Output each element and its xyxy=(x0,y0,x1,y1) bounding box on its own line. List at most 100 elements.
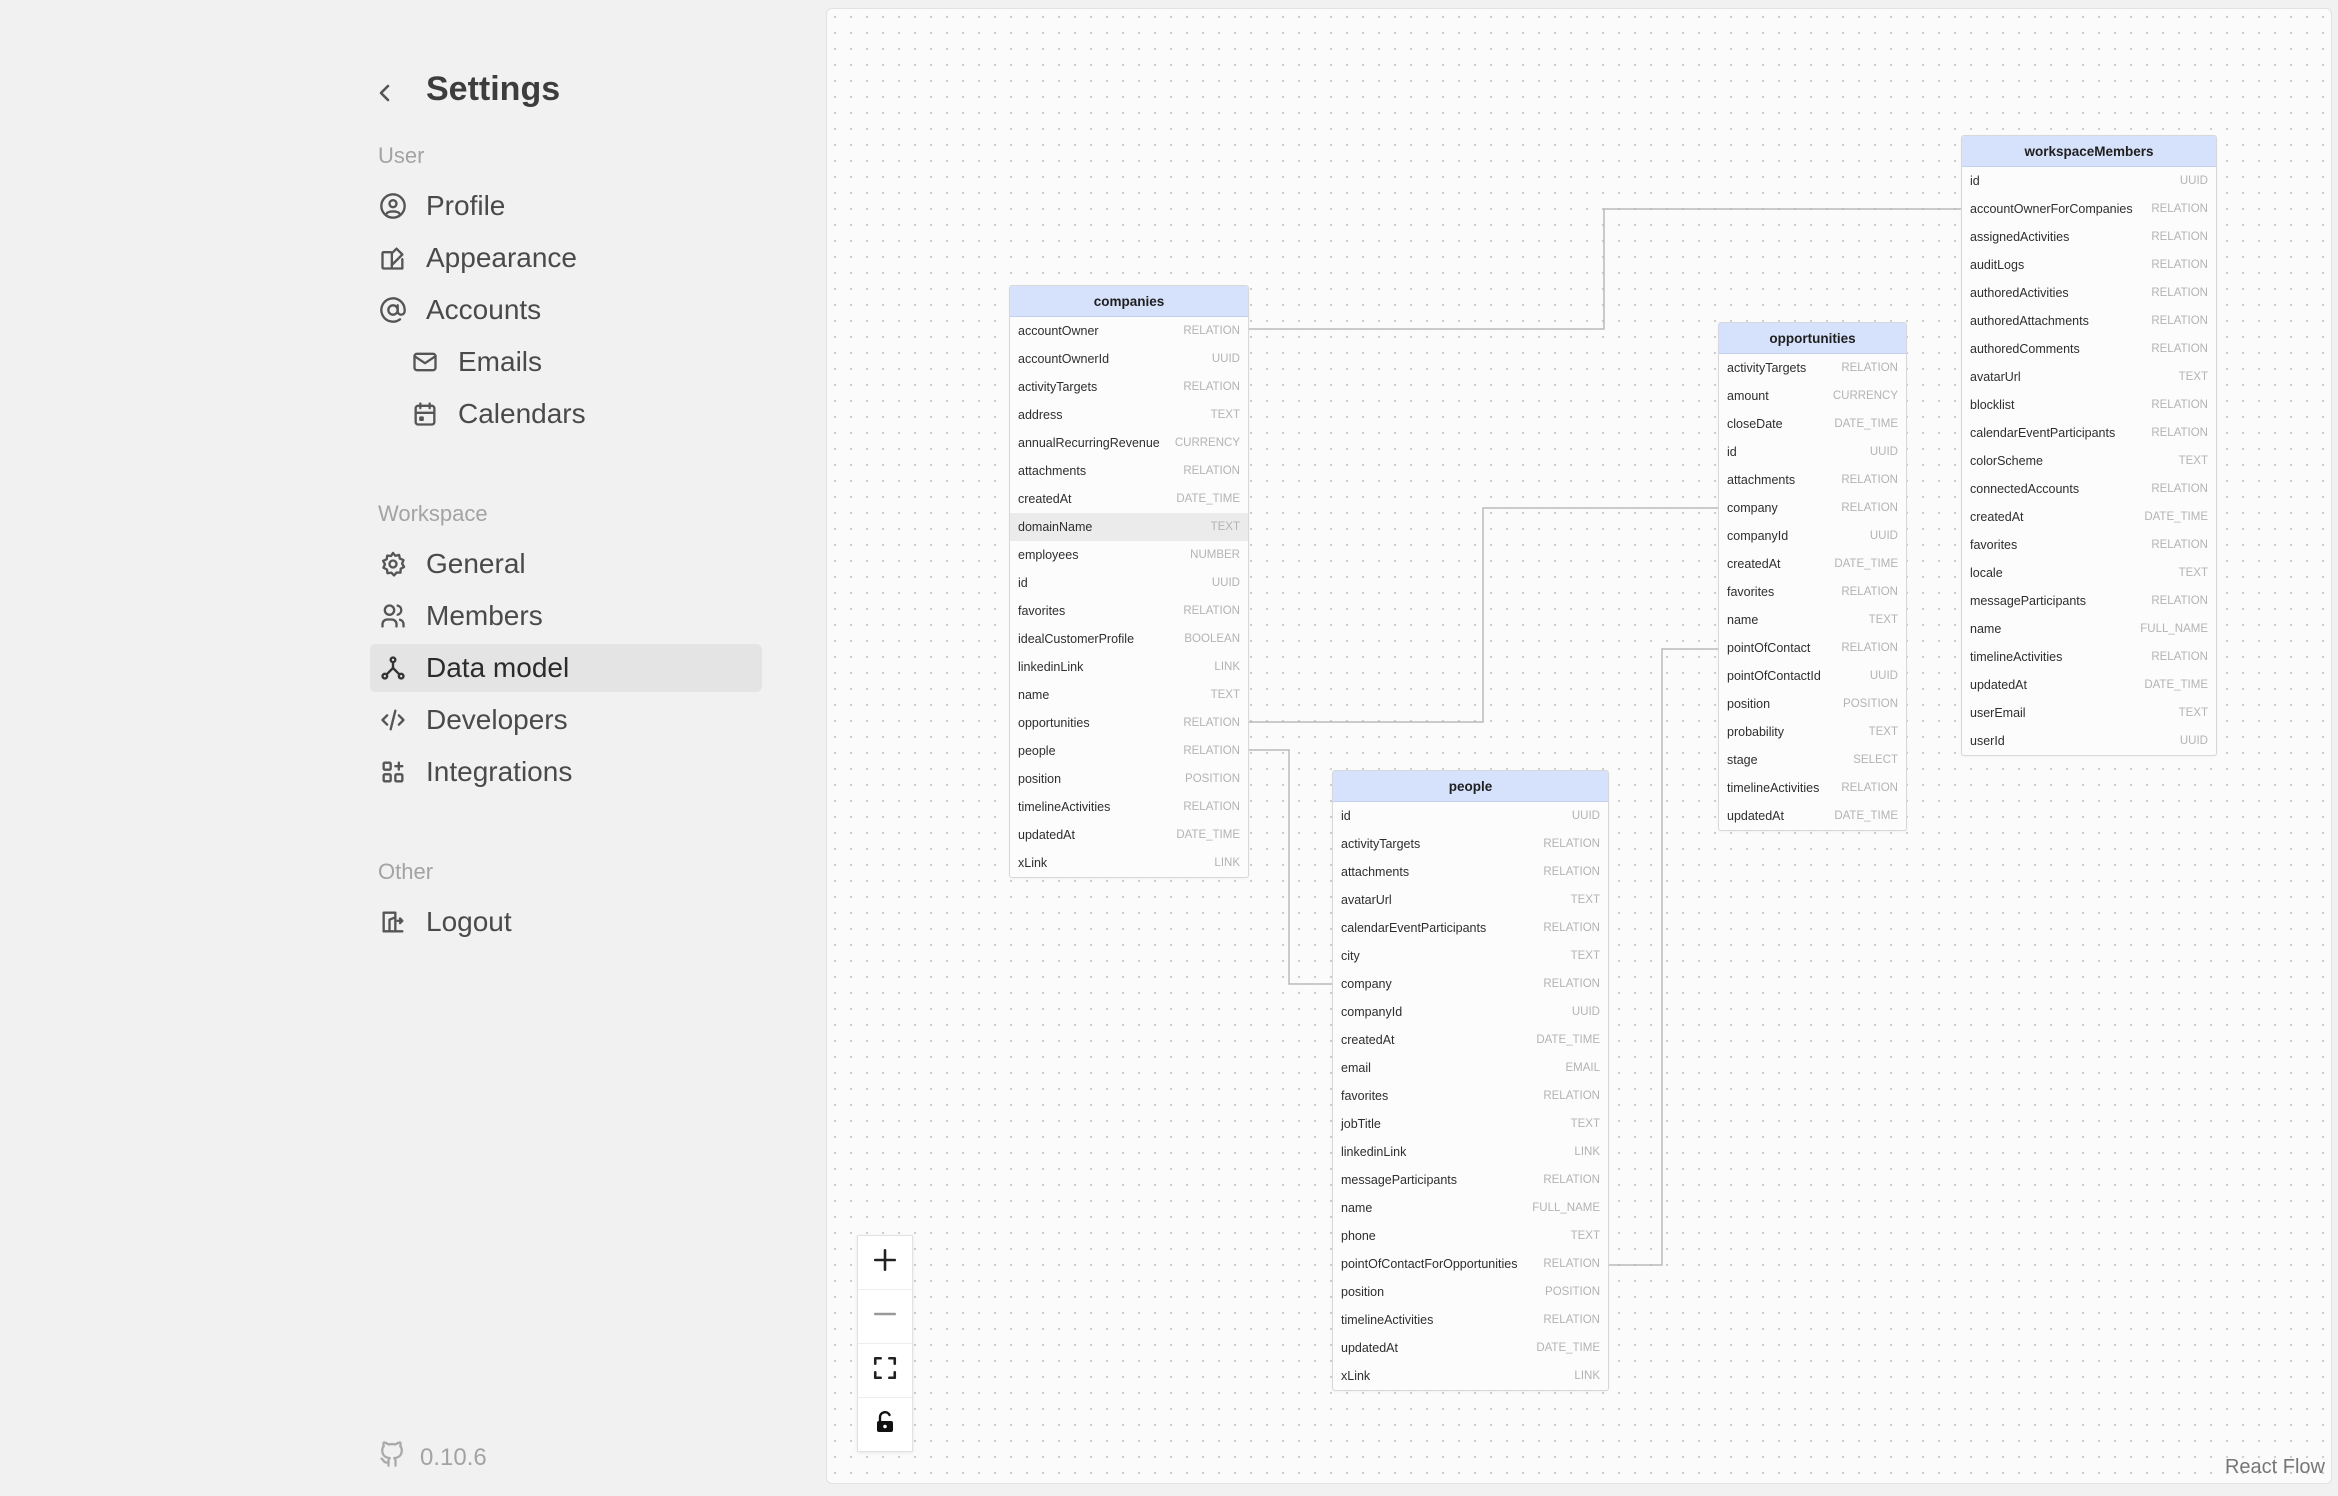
field-row-createdAt[interactable]: createdAt DATE_TIME xyxy=(1333,1026,1608,1054)
field-row-timelineActivities[interactable]: timelineActivities RELATION xyxy=(1333,1306,1608,1334)
field-row-avatarUrl[interactable]: avatarUrl TEXT xyxy=(1333,886,1608,914)
field-row-favorites[interactable]: favorites RELATION xyxy=(1962,531,2216,559)
sidebar-item-developers[interactable]: Developers xyxy=(370,696,762,744)
field-row-pointOfContactId[interactable]: pointOfContactId UUID xyxy=(1719,662,1906,690)
field-row-updatedAt[interactable]: updatedAt DATE_TIME xyxy=(1333,1334,1608,1362)
field-row-updatedAt[interactable]: updatedAt DATE_TIME xyxy=(1010,821,1248,849)
field-row-position[interactable]: position POSITION xyxy=(1333,1278,1608,1306)
fit-view-button[interactable] xyxy=(858,1344,912,1398)
data-model-canvas[interactable]: companies accountOwner RELATION accountOwn… xyxy=(826,8,2332,1484)
sidebar-item-emails[interactable]: Emails xyxy=(370,338,762,386)
field-row-id[interactable]: id UUID xyxy=(1962,167,2216,195)
field-row-position[interactable]: position POSITION xyxy=(1010,765,1248,793)
field-row-xLink[interactable]: xLink LINK xyxy=(1010,849,1248,877)
field-row-assignedActivities[interactable]: assignedActivities RELATION xyxy=(1962,223,2216,251)
field-row-opportunities[interactable]: opportunities RELATION xyxy=(1010,709,1248,737)
field-row-linkedinLink[interactable]: linkedinLink LINK xyxy=(1333,1138,1608,1166)
zoom-in-button[interactable] xyxy=(858,1236,912,1290)
sidebar-item-data-model[interactable]: Data model xyxy=(370,644,762,692)
sidebar-item-calendars[interactable]: Calendars xyxy=(370,390,762,438)
field-row-amount[interactable]: amount CURRENCY xyxy=(1719,382,1906,410)
field-row-createdAt[interactable]: createdAt DATE_TIME xyxy=(1962,503,2216,531)
lock-button[interactable] xyxy=(858,1398,912,1451)
field-row-closeDate[interactable]: closeDate DATE_TIME xyxy=(1719,410,1906,438)
field-row-name[interactable]: name TEXT xyxy=(1010,681,1248,709)
field-row-favorites[interactable]: favorites RELATION xyxy=(1333,1082,1608,1110)
field-row-jobTitle[interactable]: jobTitle TEXT xyxy=(1333,1110,1608,1138)
field-row-domainName[interactable]: domainName TEXT xyxy=(1010,513,1248,541)
field-row-company[interactable]: company RELATION xyxy=(1719,494,1906,522)
field-row-userEmail[interactable]: userEmail TEXT xyxy=(1962,699,2216,727)
field-row-id[interactable]: id UUID xyxy=(1719,438,1906,466)
field-row-company[interactable]: company RELATION xyxy=(1333,970,1608,998)
field-row-timelineActivities[interactable]: timelineActivities RELATION xyxy=(1010,793,1248,821)
field-row-attachments[interactable]: attachments RELATION xyxy=(1010,457,1248,485)
field-row-pointOfContactForOpportunities[interactable]: pointOfContactForOpportunities RELATION xyxy=(1333,1250,1608,1278)
field-row-linkedinLink[interactable]: linkedinLink LINK xyxy=(1010,653,1248,681)
field-row-attachments[interactable]: attachments RELATION xyxy=(1333,858,1608,886)
field-row-id[interactable]: id UUID xyxy=(1010,569,1248,597)
field-row-authoredAttachments[interactable]: authoredAttachments RELATION xyxy=(1962,307,2216,335)
field-row-timelineActivities[interactable]: timelineActivities RELATION xyxy=(1719,774,1906,802)
sidebar-item-profile[interactable]: Profile xyxy=(370,182,762,230)
field-row-blocklist[interactable]: blocklist RELATION xyxy=(1962,391,2216,419)
field-row-updatedAt[interactable]: updatedAt DATE_TIME xyxy=(1719,802,1906,830)
field-row-createdAt[interactable]: createdAt DATE_TIME xyxy=(1719,550,1906,578)
field-row-locale[interactable]: locale TEXT xyxy=(1962,559,2216,587)
field-row-companyId[interactable]: companyId UUID xyxy=(1719,522,1906,550)
field-row-city[interactable]: city TEXT xyxy=(1333,942,1608,970)
field-row-avatarUrl[interactable]: avatarUrl TEXT xyxy=(1962,363,2216,391)
field-row-favorites[interactable]: favorites RELATION xyxy=(1010,597,1248,625)
field-row-xLink[interactable]: xLink LINK xyxy=(1333,1362,1608,1390)
sidebar-item-accounts[interactable]: Accounts xyxy=(370,286,762,334)
sidebar-item-members[interactable]: Members xyxy=(370,592,762,640)
field-row-attachments[interactable]: attachments RELATION xyxy=(1719,466,1906,494)
table-node-opportunities[interactable]: opportunities activityTargets RELATION amo… xyxy=(1718,322,1907,831)
field-row-stage[interactable]: stage SELECT xyxy=(1719,746,1906,774)
field-row-authoredComments[interactable]: authoredComments RELATION xyxy=(1962,335,2216,363)
field-row-name[interactable]: name TEXT xyxy=(1719,606,1906,634)
sidebar-item-logout[interactable]: Logout xyxy=(370,898,762,946)
field-row-name[interactable]: name FULL_NAME xyxy=(1962,615,2216,643)
field-row-companyId[interactable]: companyId UUID xyxy=(1333,998,1608,1026)
field-row-position[interactable]: position POSITION xyxy=(1719,690,1906,718)
table-node-companies[interactable]: companies accountOwner RELATION accountOwn… xyxy=(1009,285,1249,878)
zoom-out-button[interactable] xyxy=(858,1290,912,1344)
field-row-userId[interactable]: userId UUID xyxy=(1962,727,2216,755)
field-row-colorScheme[interactable]: colorScheme TEXT xyxy=(1962,447,2216,475)
sidebar-item-integrations[interactable]: Integrations xyxy=(370,748,762,796)
field-row-activityTargets[interactable]: activityTargets RELATION xyxy=(1333,830,1608,858)
field-row-employees[interactable]: employees NUMBER xyxy=(1010,541,1248,569)
table-node-people[interactable]: people id UUID activityTargets RELATION atta… xyxy=(1332,770,1609,1391)
field-row-createdAt[interactable]: createdAt DATE_TIME xyxy=(1010,485,1248,513)
field-row-timelineActivities[interactable]: timelineActivities RELATION xyxy=(1962,643,2216,671)
field-row-idealCustomerProfile[interactable]: idealCustomerProfile BOOLEAN xyxy=(1010,625,1248,653)
field-row-probability[interactable]: probability TEXT xyxy=(1719,718,1906,746)
table-node-workspacemembers[interactable]: workspaceMembers id UUID accountOwnerForCo… xyxy=(1961,135,2217,756)
field-row-connectedAccounts[interactable]: connectedAccounts RELATION xyxy=(1962,475,2216,503)
react-flow-attribution[interactable]: React Flow xyxy=(2225,1456,2325,1479)
field-row-pointOfContact[interactable]: pointOfContact RELATION xyxy=(1719,634,1906,662)
field-row-calendarEventParticipants[interactable]: calendarEventParticipants RELATION xyxy=(1962,419,2216,447)
field-row-id[interactable]: id UUID xyxy=(1333,802,1608,830)
field-row-accountOwnerId[interactable]: accountOwnerId UUID xyxy=(1010,345,1248,373)
field-row-email[interactable]: email EMAIL xyxy=(1333,1054,1608,1082)
field-row-annualRecurringRevenue[interactable]: annualRecurringRevenue CURRENCY xyxy=(1010,429,1248,457)
field-row-favorites[interactable]: favorites RELATION xyxy=(1719,578,1906,606)
field-row-calendarEventParticipants[interactable]: calendarEventParticipants RELATION xyxy=(1333,914,1608,942)
field-row-activityTargets[interactable]: activityTargets RELATION xyxy=(1719,354,1906,382)
sidebar-item-general[interactable]: General xyxy=(370,540,762,588)
field-row-accountOwner[interactable]: accountOwner RELATION xyxy=(1010,317,1248,345)
field-row-updatedAt[interactable]: updatedAt DATE_TIME xyxy=(1962,671,2216,699)
field-row-auditLogs[interactable]: auditLogs RELATION xyxy=(1962,251,2216,279)
field-row-name[interactable]: name FULL_NAME xyxy=(1333,1194,1608,1222)
chevron-left-icon[interactable] xyxy=(370,78,400,108)
back-button[interactable] xyxy=(370,68,400,118)
field-row-address[interactable]: address TEXT xyxy=(1010,401,1248,429)
field-row-phone[interactable]: phone TEXT xyxy=(1333,1222,1608,1250)
sidebar-item-appearance[interactable]: Appearance xyxy=(370,234,762,282)
field-row-authoredActivities[interactable]: authoredActivities RELATION xyxy=(1962,279,2216,307)
field-row-people[interactable]: people RELATION xyxy=(1010,737,1248,765)
field-row-messageParticipants[interactable]: messageParticipants RELATION xyxy=(1333,1166,1608,1194)
field-row-messageParticipants[interactable]: messageParticipants RELATION xyxy=(1962,587,2216,615)
